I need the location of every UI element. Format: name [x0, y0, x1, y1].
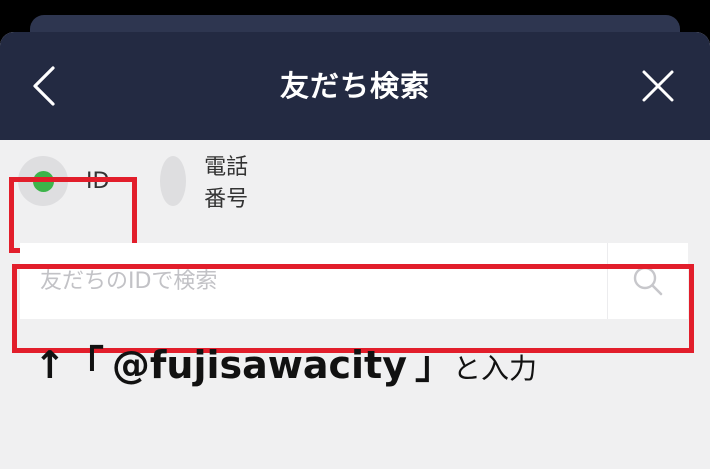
radio-label-phone: 電話番号: [204, 155, 249, 212]
radio-selected-dot: [32, 170, 54, 192]
header-bar: 友だち検索: [0, 32, 710, 140]
close-icon: [642, 70, 674, 102]
search-input[interactable]: [20, 243, 607, 319]
instruction-text: ↑ 「 @fujisawacity 」 と入力: [34, 334, 537, 394]
close-button[interactable]: [628, 56, 688, 116]
instruction-suffix: と入力: [453, 352, 538, 385]
chevron-left-icon: [33, 66, 55, 106]
open-bracket: 「: [65, 343, 104, 387]
radio-label-id: ID: [86, 168, 110, 194]
search-button[interactable]: [608, 243, 688, 319]
back-button[interactable]: [18, 54, 74, 118]
search-box: [20, 243, 688, 319]
up-arrow-icon: ↑: [34, 343, 66, 387]
radio-option-phone[interactable]: 電話番号: [160, 150, 250, 212]
close-bracket: 」: [415, 343, 454, 387]
radio-button[interactable]: [18, 156, 68, 206]
radio-option-id[interactable]: ID: [18, 150, 109, 212]
page-title: 友だち検索: [279, 69, 430, 103]
search-icon: [633, 266, 663, 296]
account-handle: @fujisawacity: [111, 343, 407, 387]
radio-button[interactable]: [160, 156, 187, 206]
